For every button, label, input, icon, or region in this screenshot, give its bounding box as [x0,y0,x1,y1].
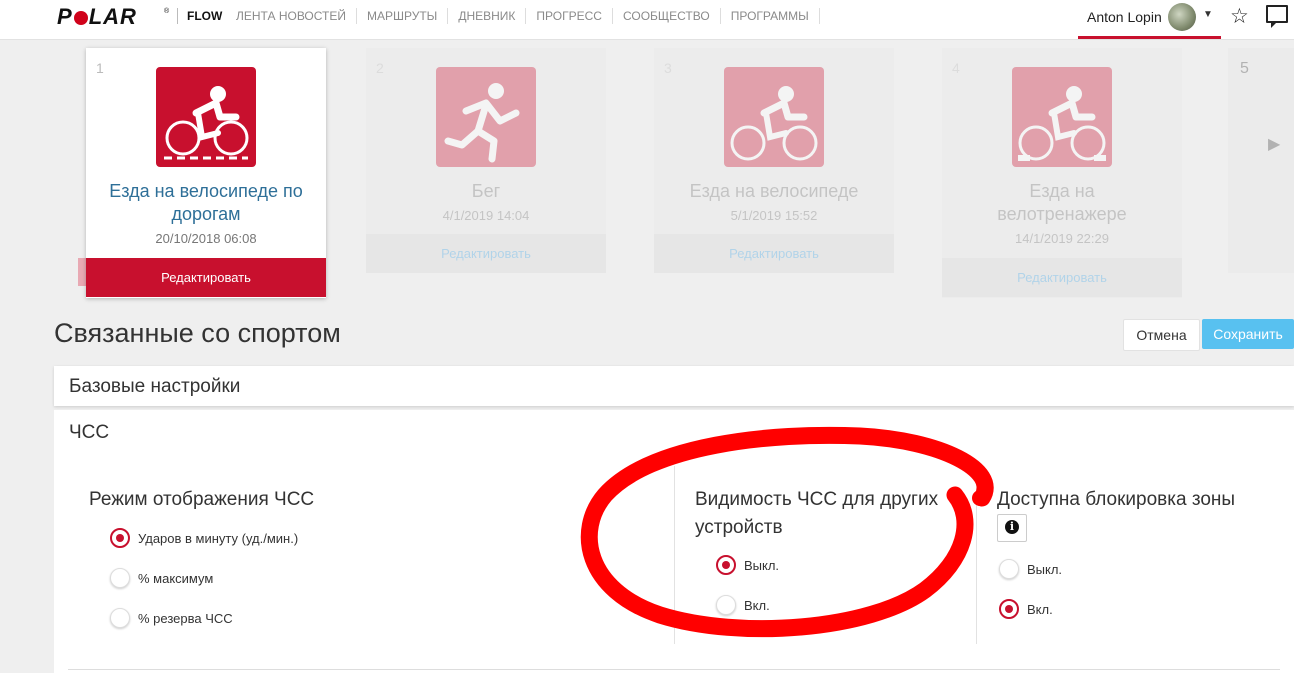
page-title: Связанные со спортом [54,318,341,348]
card-number: 2 [376,60,384,76]
radio-button[interactable] [110,608,130,628]
radio-button[interactable] [999,599,1019,619]
hr-visibility-title: Видимость ЧСС для других устройств [695,489,939,538]
card-date: 4/1/2019 14:04 [442,208,530,223]
radio-button[interactable] [999,559,1019,579]
card-number: 1 [96,60,104,76]
card-shadow-strip [78,258,86,286]
radio-option[interactable]: Выкл. [999,558,1062,580]
chevron-down-icon: ▼ [1203,9,1213,20]
top-nav-bar: P LAR ® FLOW ЛЕНТА НОВОСТЕЙ МАРШРУТЫ ДНЕВ… [0,0,1294,40]
radio-option[interactable]: Ударов в минуту (уд./мин.) [110,527,298,549]
zone-lock-title: Доступна блокировка зоны [997,489,1236,510]
radio-label: Ударов в минуту (уд./мин.) [138,530,299,546]
panel-title: Базовые настройки [69,376,241,397]
sport-card[interactable]: 1 Езда на велосипеде по дорогам 20/10/20… [86,48,326,298]
road-cycling-icon [156,67,256,167]
registered-mark: ® [164,8,170,15]
radio-label: % резерва ЧСС [138,610,233,626]
radio-button[interactable] [716,555,736,575]
flow-label[interactable]: FLOW [177,8,222,24]
avatar [1168,3,1196,31]
radio-label: Вкл. [1027,601,1053,617]
comment-icon[interactable] [1266,5,1288,28]
carousel-next-button[interactable]: 5 ▶ [1228,48,1294,273]
card-title: Бег [471,181,501,201]
save-button[interactable]: Сохранить [1202,319,1294,349]
radio-button[interactable] [716,595,736,615]
edit-button[interactable]: Редактировать [654,234,894,273]
radio-option[interactable]: Вкл. [716,594,770,616]
star-icon[interactable]: ☆ [1230,4,1249,29]
indoor-cycling-icon [1012,67,1112,167]
radio-button[interactable] [110,568,130,588]
user-name: Anton Lopin [1087,9,1162,25]
card-number: 3 [664,60,672,76]
sport-card[interactable]: 3 Езда на велосипеде 5/1/2019 15:52 Реда… [654,48,894,273]
panel-title: ЧСС [69,422,110,443]
card-date: 14/1/2019 22:29 [1015,231,1109,246]
info-button[interactable]: i [997,514,1027,542]
radio-option[interactable]: % резерва ЧСС [110,607,233,629]
card-title: Езда на велотренажере [997,181,1127,224]
cancel-button[interactable]: Отмена [1123,319,1200,351]
card-title: Езда на велосипеде по дорогам [109,181,303,224]
cycling-icon [724,67,824,167]
card-number: 5 [1240,60,1249,77]
radio-option[interactable]: Выкл. [716,554,779,576]
sport-card[interactable]: 4 Езда на велотренажере 14/1/2019 22:29 … [942,48,1182,298]
hr-settings-panel: ЧСС Режим отображения ЧСС Ударов в минут… [54,410,1294,673]
edit-button[interactable]: Редактировать [86,258,326,297]
hr-display-title: Режим отображения ЧСС [89,489,315,510]
radio-label: Вкл. [744,597,770,613]
radio-button[interactable] [110,528,130,548]
card-date: 5/1/2019 15:52 [730,208,818,223]
radio-label: % максимум [138,570,214,586]
column-divider [976,466,977,644]
polar-logo[interactable]: P LAR [57,4,137,29]
running-icon [436,67,536,167]
sport-card[interactable]: 2 Бег 4/1/2019 14:04 Редактировать [366,48,606,273]
nav-item-diary[interactable]: ДНЕВНИК [448,8,527,24]
edit-button[interactable]: Редактировать [366,234,606,273]
main-nav: ЛЕНТА НОВОСТЕЙ МАРШРУТЫ ДНЕВНИК ПРОГРЕСС… [226,8,820,24]
card-date: 20/10/2018 06:08 [155,231,257,246]
nav-item-community[interactable]: СООБЩЕСТВО [613,8,721,24]
user-menu[interactable]: Anton Lopin ▼ [1078,0,1221,39]
radio-option[interactable]: Вкл. [999,598,1053,620]
nav-item-feed[interactable]: ЛЕНТА НОВОСТЕЙ [226,8,357,24]
nav-item-progress[interactable]: ПРОГРЕСС [526,8,613,24]
card-title: Езда на велосипеде [689,181,859,201]
divider [68,669,1280,670]
nav-item-routes[interactable]: МАРШРУТЫ [357,8,449,24]
edit-button[interactable]: Редактировать [942,258,1182,297]
radio-label: Выкл. [1027,561,1063,577]
info-icon: i [1005,520,1019,534]
card-number: 4 [952,60,960,76]
radio-label: Выкл. [744,557,780,573]
column-divider [674,466,675,644]
chevron-right-icon: ▶ [1268,136,1281,153]
nav-item-programs[interactable]: ПРОГРАММЫ [721,8,820,24]
radio-option[interactable]: % максимум [110,567,213,589]
basic-settings-panel[interactable]: Базовые настройки [54,366,1294,406]
